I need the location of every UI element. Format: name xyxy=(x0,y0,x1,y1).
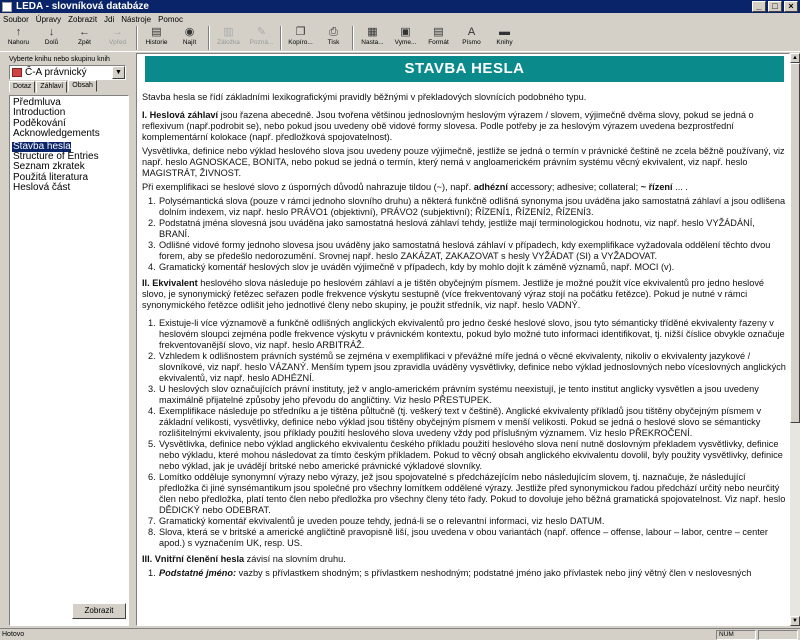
window-title: LEDA - slovníková databáze xyxy=(16,1,149,12)
bookmark-icon: ▥ xyxy=(223,26,234,38)
menu-zobrazit[interactable]: Zobrazit xyxy=(68,15,97,24)
show-button[interactable]: Zobrazit xyxy=(72,603,126,619)
sidebar-tabs: Dotaz Záhlaví Obsah xyxy=(9,80,98,93)
status-bar: Hotovo NUM xyxy=(0,628,800,640)
menu-upravy[interactable]: Úpravy xyxy=(36,15,61,24)
num-lock-indicator: NUM xyxy=(716,629,756,640)
zalozka-button[interactable]: ▥ Záložka xyxy=(212,25,245,51)
menu-jdi[interactable]: Jdi xyxy=(104,15,114,24)
toc-item-acknowledgements[interactable]: Acknowledgements xyxy=(12,128,126,139)
book-icon xyxy=(12,68,22,77)
toolbar: ↑ Nahoru ↓ Dolů ← Zpět → Vpřed ▤ Historie ◉ Na… xyxy=(0,25,800,52)
book-select-label: Vyberte knihu nebo skupinu knih xyxy=(9,56,110,63)
scroll-thumb[interactable] xyxy=(790,63,800,423)
list-item: 6. Lomítko odděluje synonymní výrazy nebo… xyxy=(148,472,786,515)
toolbar-separator xyxy=(352,26,354,50)
tab-obsah[interactable]: Obsah xyxy=(68,80,97,92)
kopirovat-button[interactable]: ❐ Kopíro... xyxy=(284,25,317,51)
intro-paragraph: Stavba hesla se řídí základními lexikogr… xyxy=(142,92,587,102)
minimize-button[interactable]: _ xyxy=(752,1,766,12)
title-bar: LEDA - slovníková databáze _ □ × xyxy=(0,0,800,13)
format-button[interactable]: ▤ Formát xyxy=(422,25,455,51)
tab-zahlavi[interactable]: Záhlaví xyxy=(36,81,68,93)
menu-nastroje[interactable]: Nástroje xyxy=(121,15,151,24)
list-item: 2. Vzhledem k odlišnostem právních systém… xyxy=(148,351,786,383)
section-1-title: I. Heslová záhlaví xyxy=(142,110,219,120)
chevron-down-icon[interactable]: ▼ xyxy=(112,66,125,79)
toolbar-separator xyxy=(280,26,282,50)
menu-soubor[interactable]: Soubor xyxy=(3,15,29,24)
dolu-button[interactable]: ↓ Dolů xyxy=(35,25,68,51)
scroll-down-icon[interactable]: ▼ xyxy=(790,616,800,626)
copy-icon: ❐ xyxy=(295,26,306,38)
list-item: 4. Exemplifikace následuje po středníku a… xyxy=(148,406,762,438)
historie-button[interactable]: ▤ Historie xyxy=(140,25,173,51)
section-1-note: Vysvětlivka, definice nebo výklad heslov… xyxy=(142,146,785,178)
document-body: Stavba hesla se řídí základními lexikogr… xyxy=(142,92,787,584)
section-1-list: 1. Polysémantická slova (pouze v rámci je… xyxy=(142,196,787,273)
status-panel xyxy=(758,629,798,640)
toc-item-heslova-cast[interactable]: Heslová část xyxy=(12,182,126,193)
font-icon: A xyxy=(467,26,476,38)
list-item: 8. Slova, která se v britské a americké a… xyxy=(148,527,768,548)
status-text: Hotovo xyxy=(2,631,25,638)
sidebar: Vyberte knihu nebo skupinu knih Č-A práv… xyxy=(0,53,133,626)
section-2-paragraph: II. Ekvivalent heslového slova následuje… xyxy=(142,278,765,310)
list-item: 1. Polysémantická slova (pouze v rámci je… xyxy=(148,196,786,217)
format-icon: ▤ xyxy=(433,26,444,38)
history-icon: ▤ xyxy=(151,26,162,38)
vpred-button[interactable]: → Vpřed xyxy=(101,25,134,51)
section-2-title: II. Ekvivalent xyxy=(142,278,198,288)
settings-icon: ▦ xyxy=(367,26,378,38)
list-item: 7. Gramatický komentář ekvivalentů je uve… xyxy=(148,516,605,526)
print-icon: ⎙ xyxy=(329,26,338,38)
list-item: 5. Vysvětlivka, definice nebo výklad angl… xyxy=(148,439,783,471)
list-item: 1. Existuje-li více významově a funkčně o… xyxy=(148,318,785,350)
page-title: STAVBA HESLA xyxy=(145,56,784,82)
book-select[interactable]: Č-A právnický ▼ xyxy=(9,65,126,80)
list-item: 1. Podstatné jméno: vazby s přívlastkem s… xyxy=(148,568,752,578)
app-icon xyxy=(2,1,12,12)
nastaveni-button[interactable]: ▦ Nasta... xyxy=(356,25,389,51)
find-icon: ◉ xyxy=(184,26,195,38)
najit-button[interactable]: ◉ Najít xyxy=(173,25,206,51)
section-2-list: 1. Existuje-li více významově a funkčně o… xyxy=(142,318,787,549)
knihy-button[interactable]: ▬ Knihy xyxy=(488,25,521,51)
section-1-paragraph: I. Heslová záhlaví jsou řazena abecedně.… xyxy=(142,110,754,142)
maximize-button[interactable]: □ xyxy=(768,1,782,12)
close-button[interactable]: × xyxy=(784,1,798,12)
section-1-example: Při exemplifikaci se heslové slovo z úsp… xyxy=(142,182,688,192)
nahoru-button[interactable]: ↑ Nahoru xyxy=(2,25,35,51)
range-icon: ▣ xyxy=(400,26,411,38)
menu-pomoc[interactable]: Pomoc xyxy=(158,15,183,24)
arrow-down-icon: ↓ xyxy=(48,26,55,38)
content-pane: STAVBA HESLA Stavba hesla se řídí základ… xyxy=(136,53,790,626)
vertical-scrollbar[interactable]: ▲ ▼ xyxy=(790,53,800,626)
section-3-list: 1. Podstatné jméno: vazby s přívlastkem s… xyxy=(142,568,787,579)
zpet-button[interactable]: ← Zpět xyxy=(68,25,101,51)
list-item: 3. U heslových slov označujících právní i… xyxy=(148,384,759,405)
arrow-right-icon: → xyxy=(112,26,123,38)
arrow-left-icon: ← xyxy=(79,26,90,38)
poznamka-button[interactable]: ✎ Pozná... xyxy=(245,25,278,51)
toolbar-separator xyxy=(208,26,210,50)
section-3-paragraph: III. Vnitřní členění hesla závisí na slo… xyxy=(142,554,346,564)
section-3-title: III. Vnitřní členění hesla xyxy=(142,554,245,564)
tisk-button[interactable]: ⎙ Tisk xyxy=(317,25,350,51)
list-item: 4. Gramatický komentář heslových slov je … xyxy=(148,262,675,272)
tab-dotaz[interactable]: Dotaz xyxy=(9,81,36,93)
arrow-up-icon: ↑ xyxy=(15,26,22,38)
books-icon: ▬ xyxy=(499,26,510,38)
list-item: 3. Odlišné vidové formy jednoho slovesa j… xyxy=(148,240,771,261)
note-icon: ✎ xyxy=(256,26,267,38)
toolbar-separator xyxy=(136,26,138,50)
scroll-up-icon[interactable]: ▲ xyxy=(790,53,800,63)
pismo-button[interactable]: A Písmo xyxy=(455,25,488,51)
menu-bar: Soubor Úpravy Zobrazit Jdi Nástroje Pomo… xyxy=(0,13,800,25)
list-item: 2. Podstatná jména slovesná jsou uváděna … xyxy=(148,218,755,239)
book-select-value: Č-A právnický xyxy=(25,67,87,78)
vymezeni-button[interactable]: ▣ Vyme... xyxy=(389,25,422,51)
toc-list: Předmluva Introduction Poděkování Acknow… xyxy=(9,95,129,626)
